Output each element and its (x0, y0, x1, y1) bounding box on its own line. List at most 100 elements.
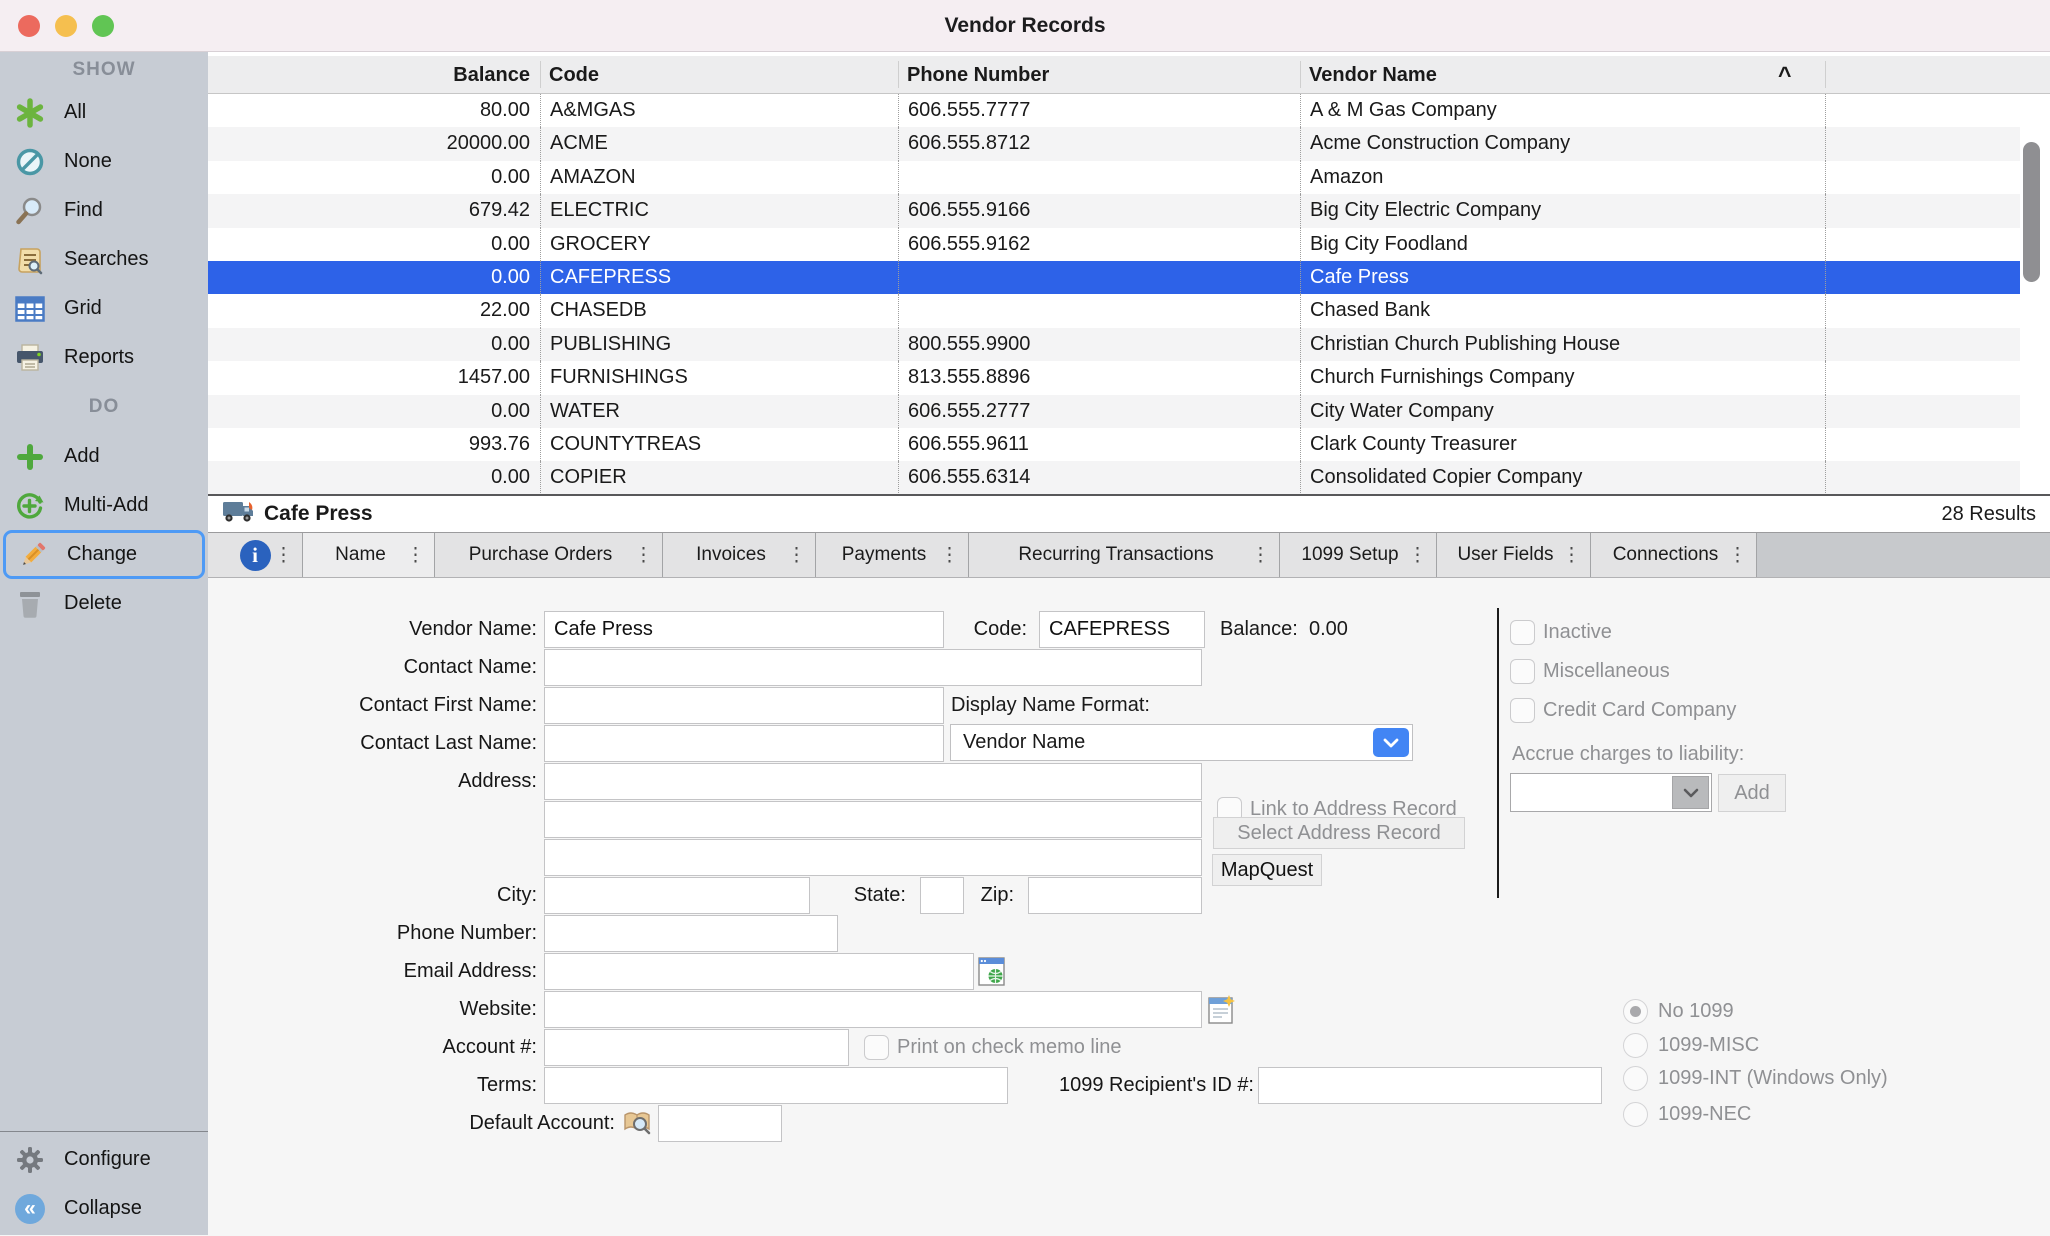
code-input[interactable] (1039, 611, 1205, 648)
no-entry-icon (14, 146, 46, 178)
email-app-icon[interactable] (978, 957, 1005, 991)
vendor-name-input[interactable] (544, 611, 944, 648)
search-icon (14, 195, 46, 227)
print-memo-checkbox[interactable] (864, 1035, 889, 1060)
tab-purchase-orders[interactable]: Purchase Orders ⋮ (435, 533, 663, 577)
table-row[interactable]: 0.00PUBLISHING800.555.9900Christian Chur… (208, 328, 2020, 361)
sidebar-item-searches[interactable]: Searches (0, 235, 208, 284)
tab-menu-icon[interactable]: ⋮ (1562, 544, 1581, 567)
select-address-record-button[interactable]: Select Address Record (1213, 817, 1465, 849)
table-row[interactable]: 80.00A&MGAS606.555.7777A & M Gas Company (208, 94, 2020, 127)
sidebar-item-delete[interactable]: Delete (0, 579, 208, 628)
terms-label: Terms: (308, 1067, 537, 1104)
1099-int-radio[interactable] (1623, 1066, 1648, 1091)
address-line3-input[interactable] (544, 839, 1202, 876)
chevron-down-icon[interactable] (1373, 728, 1409, 757)
contact-last-name-input[interactable] (544, 725, 944, 762)
column-header-balance[interactable]: Balance (208, 56, 540, 94)
sidebar-item-label: Multi-Add (64, 494, 148, 517)
recipient-id-input[interactable] (1258, 1067, 1602, 1104)
city-input[interactable] (544, 877, 810, 914)
inactive-checkbox[interactable] (1510, 620, 1535, 645)
address-line1-input[interactable] (544, 763, 1202, 800)
display-name-format-select[interactable]: Vendor Name (950, 724, 1413, 761)
credit-card-company-checkbox[interactable] (1510, 698, 1535, 723)
tab-name[interactable]: Name ⋮ (303, 533, 435, 577)
tab-menu-icon[interactable]: ⋮ (634, 544, 653, 567)
tab-1099-setup[interactable]: 1099 Setup ⋮ (1280, 533, 1437, 577)
sidebar-item-all[interactable]: All (0, 88, 208, 137)
tab-menu-icon[interactable]: ⋮ (940, 544, 959, 567)
balance-value: 0.00 (1309, 618, 1348, 640)
default-account-input[interactable] (658, 1105, 782, 1142)
email-address-input[interactable] (544, 953, 974, 990)
sidebar-item-reports[interactable]: Reports (0, 333, 208, 382)
column-header-phone[interactable]: Phone Number (907, 56, 1049, 94)
minimize-window-icon[interactable] (55, 15, 77, 37)
chevron-down-icon[interactable] (1672, 776, 1709, 809)
tab-connections[interactable]: Connections ⋮ (1591, 533, 1757, 577)
results-count: 28 Results (1942, 503, 2037, 526)
address-line2-input[interactable] (544, 801, 1202, 838)
1099-nec-radio[interactable] (1623, 1102, 1648, 1127)
phone-number-input[interactable] (544, 915, 838, 952)
table-row[interactable]: 0.00WATER606.555.2777City Water Company (208, 395, 2020, 428)
table-row[interactable]: 0.00COPIER606.555.6314Consolidated Copie… (208, 461, 2020, 494)
table-row[interactable]: 0.00GROCERY606.555.9162Big City Foodland (208, 228, 2020, 261)
miscellaneous-checkbox[interactable] (1510, 659, 1535, 684)
accrue-add-button[interactable]: Add (1718, 774, 1786, 812)
vertical-scrollbar[interactable] (2023, 142, 2040, 282)
tab-menu-icon[interactable]: ⋮ (787, 544, 806, 567)
tab-menu-icon[interactable]: ⋮ (1728, 544, 1747, 567)
tab-menu-icon[interactable]: ⋮ (406, 544, 425, 567)
title-bar: Vendor Records (0, 0, 2050, 52)
sidebar-item-add[interactable]: Add (0, 432, 208, 481)
zip-input[interactable] (1028, 877, 1202, 914)
tab-user-fields[interactable]: User Fields ⋮ (1437, 533, 1591, 577)
website-app-icon[interactable] (1208, 995, 1236, 1029)
table-row-selected[interactable]: 0.00CAFEPRESSCafe Press (208, 261, 2020, 294)
sidebar-item-label: Collapse (64, 1197, 142, 1220)
sidebar-item-find[interactable]: Find (0, 186, 208, 235)
sidebar-item-label: Find (64, 199, 103, 222)
close-window-icon[interactable] (18, 15, 40, 37)
sort-ascending-icon[interactable]: ^ (1778, 56, 1791, 94)
tab-info[interactable]: i ⋮ (208, 533, 303, 577)
sidebar-item-none[interactable]: None (0, 137, 208, 186)
recipient-id-label: 1099 Recipient's ID #: (1008, 1067, 1254, 1104)
sidebar-item-change[interactable]: Change (3, 530, 205, 579)
sidebar-item-collapse[interactable]: « Collapse (0, 1184, 208, 1233)
table-row[interactable]: 22.00CHASEDBChased Bank (208, 294, 2020, 327)
display-name-format-label: Display Name Format: (951, 687, 1150, 724)
terms-input[interactable] (544, 1067, 1008, 1104)
tab-menu-icon[interactable]: ⋮ (1408, 544, 1427, 567)
column-header-vendor-name[interactable]: Vendor Name (1309, 56, 1437, 94)
sidebar-item-multi-add[interactable]: Multi-Add (0, 481, 208, 530)
column-header-code[interactable]: Code (549, 56, 599, 94)
table-row[interactable]: 1457.00FURNISHINGS813.555.8896Church Fur… (208, 361, 2020, 394)
accrue-liability-select[interactable] (1510, 773, 1712, 812)
table-row[interactable]: 20000.00ACME606.555.8712Acme Constructio… (208, 127, 2020, 160)
account-number-input[interactable] (544, 1029, 849, 1066)
contact-first-name-input[interactable] (544, 687, 944, 724)
tab-menu-icon[interactable]: ⋮ (274, 544, 293, 567)
account-lookup-icon[interactable] (622, 1109, 652, 1142)
no-1099-radio[interactable] (1623, 999, 1648, 1024)
tab-payments[interactable]: Payments ⋮ (816, 533, 969, 577)
contact-name-input[interactable] (544, 649, 1202, 686)
sidebar-item-label: All (64, 101, 86, 124)
table-row[interactable]: 993.76COUNTYTREAS606.555.9611Clark Count… (208, 428, 2020, 461)
table-row[interactable]: 679.42ELECTRIC606.555.9166Big City Elect… (208, 194, 2020, 227)
state-input[interactable] (920, 877, 964, 914)
tab-invoices[interactable]: Invoices ⋮ (663, 533, 816, 577)
table-row[interactable]: 0.00AMAZONAmazon (208, 161, 2020, 194)
website-input[interactable] (544, 991, 1202, 1028)
tab-menu-icon[interactable]: ⋮ (1251, 544, 1270, 567)
zoom-window-icon[interactable] (92, 15, 114, 37)
sidebar-item-configure[interactable]: Configure (0, 1135, 208, 1184)
tab-recurring-transactions[interactable]: Recurring Transactions ⋮ (969, 533, 1280, 577)
sidebar-item-grid[interactable]: Grid (0, 284, 208, 333)
1099-misc-radio[interactable] (1623, 1033, 1648, 1058)
mapquest-button[interactable]: MapQuest (1212, 854, 1322, 886)
1099-int-label: 1099-INT (Windows Only) (1658, 1060, 1888, 1097)
